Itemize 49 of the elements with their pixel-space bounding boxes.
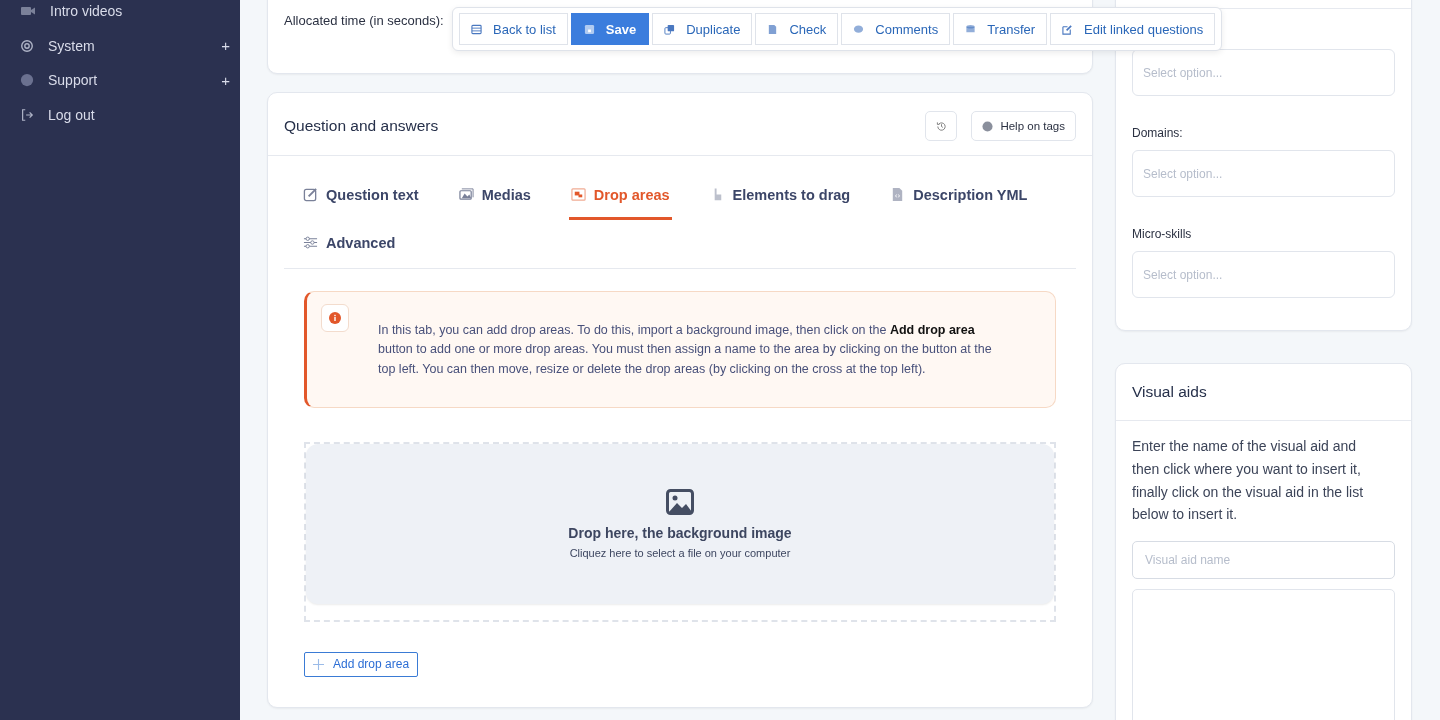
field-label: Allocated time (in seconds): — [284, 13, 444, 28]
document-icon — [767, 23, 779, 35]
drop-areas-icon — [570, 187, 586, 202]
drop-zone-hint: Cliquez here to select a file on your computer — [569, 546, 791, 559]
tab[interactable]: Question text — [301, 172, 421, 220]
toolbar-button[interactable]: Duplicate — [652, 13, 753, 45]
toolbar-button[interactable]: Save — [570, 13, 650, 45]
instructions-text: Enter the name of the visual aid and then click where you want to insert it, finally click on the visual aid in the list below to insert it. — [1132, 437, 1365, 525]
save-icon — [583, 23, 595, 35]
info-text: In this tab, you can add drop areas. To do this, import a background image, then click on the Add drop area button to add one or more drop areas. You must then assign a name to the area by clicking on the button at the top left. You can then move, resize or delete the drop areas (by clicking on the cross at the top left). — [378, 322, 993, 378]
toolbar-button[interactable]: Check — [755, 13, 839, 45]
field-label: Micro-skills — [1132, 227, 1193, 241]
sidebar-item[interactable]: Log out — [0, 97, 240, 132]
add-drop-area-button[interactable]: Add drop area — [304, 651, 419, 677]
toolbar-button[interactable]: Comments — [841, 13, 951, 45]
logout-icon — [20, 107, 34, 122]
sidebar-item[interactable]: Intro videos — [0, 0, 240, 29]
tab[interactable]: Drop areas — [568, 172, 672, 220]
pencil-icon — [303, 187, 318, 202]
card-title: Visual aids — [1132, 383, 1207, 400]
history-icon — [935, 120, 947, 132]
settings-icon — [20, 38, 34, 53]
toolbar-button[interactable]: Edit linked questions — [1050, 13, 1216, 45]
copy-icon — [664, 23, 676, 35]
drop-zone[interactable]: Drop here, the background image Cliquez here to select a file on your computer — [306, 443, 1054, 604]
info-icon — [329, 312, 341, 324]
tab[interactable]: Description YML — [888, 172, 1030, 220]
toolbar-button[interactable]: Back to list — [459, 13, 568, 45]
toolbar-button[interactable]: Transfer — [953, 13, 1048, 45]
list-icon — [471, 23, 482, 35]
help-button[interactable]: Help on tags — [971, 111, 1076, 141]
expand-icon: + — [221, 37, 230, 55]
image-icon — [666, 488, 694, 515]
images-icon — [458, 187, 474, 202]
tab[interactable]: Advanced — [301, 220, 398, 268]
expand-icon: + — [221, 71, 230, 89]
drop-zone-title: Drop here, the background image — [568, 524, 792, 541]
tab[interactable]: Medias — [456, 172, 533, 220]
sliders-icon — [303, 235, 318, 250]
visual-aid-name-field[interactable]: Visual aid name — [1132, 541, 1395, 580]
tab[interactable]: Elements to drag — [707, 172, 853, 220]
database-icon — [965, 23, 977, 35]
card-title: Question and answers — [284, 117, 440, 135]
edit-icon — [1062, 23, 1074, 35]
sidebar-item[interactable]: Support + — [0, 63, 240, 98]
field-label: Domains: — [1132, 126, 1184, 140]
sidebar-item[interactable]: System + — [0, 28, 240, 63]
history-button[interactable] — [925, 111, 958, 141]
plus-icon — [313, 658, 324, 670]
